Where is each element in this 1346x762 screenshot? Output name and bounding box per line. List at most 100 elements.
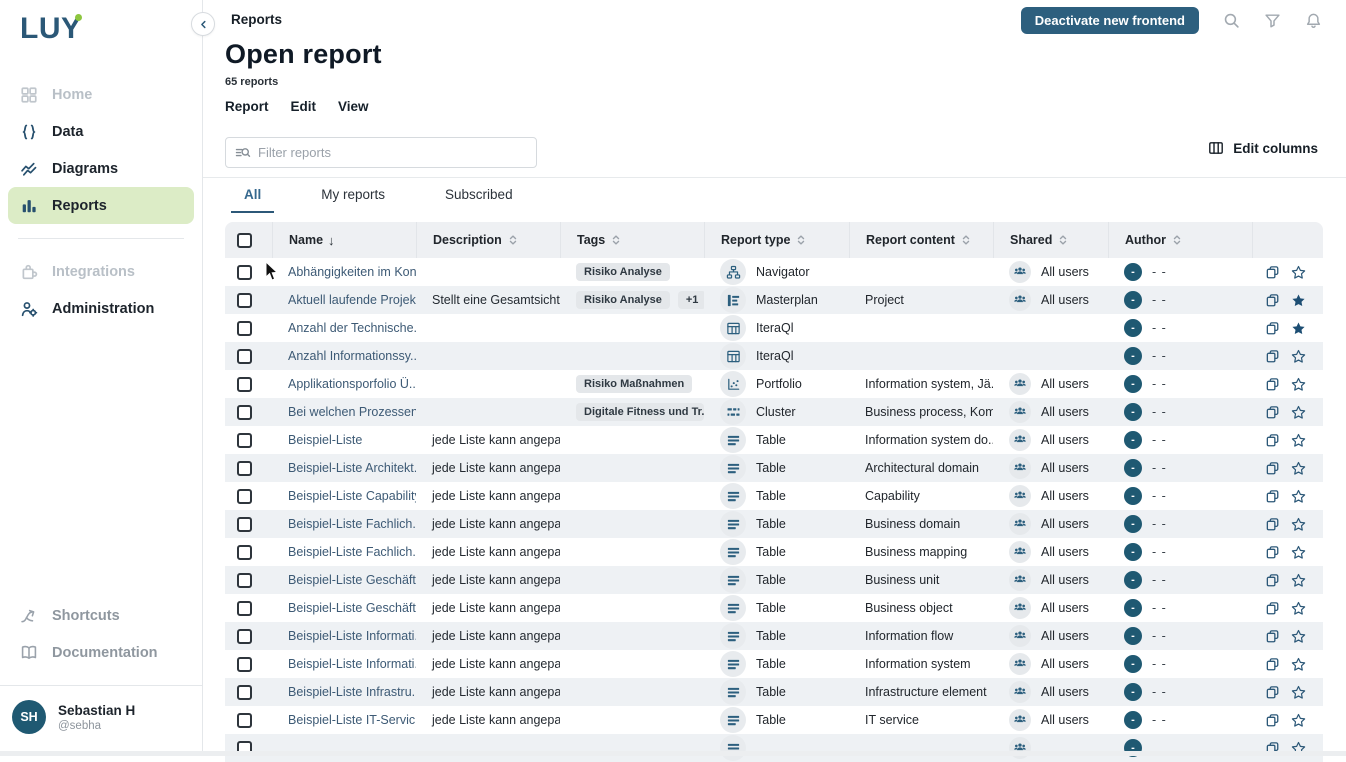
sidebar-item-home[interactable]: Home — [8, 76, 194, 113]
column-header-author[interactable]: Author — [1108, 222, 1252, 258]
sidebar-item-diagrams[interactable]: Diagrams — [8, 150, 194, 187]
column-header-tags[interactable]: Tags — [560, 222, 704, 258]
report-name-link[interactable]: Beispiel-Liste Infrastru... — [288, 685, 416, 699]
select-all-checkbox[interactable] — [237, 233, 252, 248]
star-icon[interactable] — [1291, 265, 1306, 280]
report-name-link[interactable]: Beispiel-Liste Architekt... — [288, 461, 416, 475]
filter-icon[interactable] — [1264, 12, 1281, 29]
row-checkbox[interactable] — [237, 573, 252, 588]
tab-subscribed[interactable]: Subscribed — [432, 183, 526, 213]
notifications-bell-icon[interactable] — [1305, 12, 1322, 29]
row-checkbox[interactable] — [237, 601, 252, 616]
report-name-link[interactable]: Bei welchen Prozessen... — [288, 405, 416, 419]
tag-more-badge[interactable]: +1 — [678, 291, 704, 309]
sidebar-item-shortcuts[interactable]: Shortcuts — [8, 597, 194, 634]
star-icon[interactable] — [1291, 377, 1306, 392]
report-name-link[interactable]: Anzahl Informationssy... — [288, 349, 416, 363]
star-icon[interactable] — [1291, 545, 1306, 560]
column-header-report-content[interactable]: Report content — [849, 222, 993, 258]
copy-icon[interactable] — [1265, 601, 1280, 616]
luy-logo[interactable]: LUY — [20, 12, 202, 52]
filter-reports-input[interactable] — [258, 145, 527, 160]
copy-icon[interactable] — [1265, 657, 1280, 672]
star-icon[interactable] — [1291, 517, 1306, 532]
menu-edit[interactable]: Edit — [291, 99, 317, 114]
row-checkbox[interactable] — [237, 405, 252, 420]
copy-icon[interactable] — [1265, 461, 1280, 476]
report-name-link[interactable]: Beispiel-Liste Geschäft... — [288, 601, 416, 615]
star-icon[interactable] — [1291, 573, 1306, 588]
copy-icon[interactable] — [1265, 293, 1280, 308]
row-checkbox[interactable] — [237, 349, 252, 364]
menu-report[interactable]: Report — [225, 99, 269, 114]
star-icon[interactable] — [1291, 601, 1306, 616]
edit-columns-button[interactable]: Edit columns — [1208, 140, 1318, 156]
column-header-report-type[interactable]: Report type — [704, 222, 849, 258]
row-checkbox[interactable] — [237, 433, 252, 448]
report-name-link[interactable]: Anzahl der Technische... — [288, 321, 416, 335]
row-checkbox[interactable] — [237, 545, 252, 560]
user-profile[interactable]: SH Sebastian H @sebha — [0, 686, 202, 756]
report-name-link[interactable]: Beispiel-Liste Fachlich... — [288, 517, 416, 531]
row-checkbox[interactable] — [237, 293, 252, 308]
column-header-description[interactable]: Description — [416, 222, 560, 258]
row-checkbox[interactable] — [237, 713, 252, 728]
row-checkbox[interactable] — [237, 629, 252, 644]
copy-icon[interactable] — [1265, 489, 1280, 504]
sidebar-item-documentation[interactable]: Documentation — [8, 634, 194, 671]
star-icon[interactable] — [1291, 629, 1306, 644]
row-checkbox[interactable] — [237, 489, 252, 504]
tab-all[interactable]: All — [231, 183, 274, 213]
row-checkbox[interactable] — [237, 685, 252, 700]
column-header-shared[interactable]: Shared — [993, 222, 1108, 258]
sidebar-collapse-button[interactable] — [191, 12, 215, 36]
copy-icon[interactable] — [1265, 265, 1280, 280]
star-filled-icon[interactable] — [1291, 321, 1306, 336]
row-checkbox[interactable] — [237, 657, 252, 672]
star-icon[interactable] — [1291, 461, 1306, 476]
copy-icon[interactable] — [1265, 321, 1280, 336]
copy-icon[interactable] — [1265, 349, 1280, 364]
copy-icon[interactable] — [1265, 629, 1280, 644]
star-icon[interactable] — [1291, 657, 1306, 672]
row-checkbox[interactable] — [237, 517, 252, 532]
search-icon[interactable] — [1223, 12, 1240, 29]
report-name-link[interactable]: Beispiel-Liste Informati... — [288, 629, 416, 643]
report-name-link[interactable]: Beispiel-Liste Geschäft... — [288, 573, 416, 587]
star-icon[interactable] — [1291, 349, 1306, 364]
star-icon[interactable] — [1291, 685, 1306, 700]
copy-icon[interactable] — [1265, 713, 1280, 728]
copy-icon[interactable] — [1265, 545, 1280, 560]
deactivate-frontend-button[interactable]: Deactivate new frontend — [1021, 7, 1199, 34]
star-icon[interactable] — [1291, 405, 1306, 420]
sidebar-item-integrations[interactable]: Integrations — [8, 253, 194, 290]
copy-icon[interactable] — [1265, 377, 1280, 392]
report-name-link[interactable]: Beispiel-Liste Capability — [288, 489, 416, 503]
copy-icon[interactable] — [1265, 517, 1280, 532]
row-checkbox[interactable] — [237, 461, 252, 476]
copy-icon[interactable] — [1265, 405, 1280, 420]
copy-icon[interactable] — [1265, 685, 1280, 700]
report-name-link[interactable]: Aktuell laufende Projek... — [288, 293, 416, 307]
report-name-link[interactable]: Abhängigkeiten im Kon... — [288, 265, 416, 279]
star-icon[interactable] — [1291, 433, 1306, 448]
sidebar-item-data[interactable]: Data — [8, 113, 194, 150]
row-checkbox[interactable] — [237, 265, 252, 280]
star-icon[interactable] — [1291, 489, 1306, 504]
row-checkbox[interactable] — [237, 377, 252, 392]
copy-icon[interactable] — [1265, 433, 1280, 448]
report-name-link[interactable]: Beispiel-Liste Fachlich... — [288, 545, 416, 559]
sidebar-item-administration[interactable]: Administration — [8, 290, 194, 327]
report-name-link[interactable]: Beispiel-Liste Informati... — [288, 657, 416, 671]
tab-my-reports[interactable]: My reports — [308, 183, 398, 213]
copy-icon[interactable] — [1265, 573, 1280, 588]
star-filled-icon[interactable] — [1291, 293, 1306, 308]
row-checkbox[interactable] — [237, 321, 252, 336]
sidebar-item-reports[interactable]: Reports — [8, 187, 194, 224]
breadcrumb[interactable]: Reports — [231, 12, 282, 27]
report-name-link[interactable]: Beispiel-Liste — [288, 433, 362, 447]
report-name-link[interactable]: Beispiel-Liste IT-Servic... — [288, 713, 416, 727]
star-icon[interactable] — [1291, 713, 1306, 728]
report-name-link[interactable]: Applikationsporfolio Ü... — [288, 377, 416, 391]
column-header-name[interactable]: Name↓ — [272, 222, 416, 258]
